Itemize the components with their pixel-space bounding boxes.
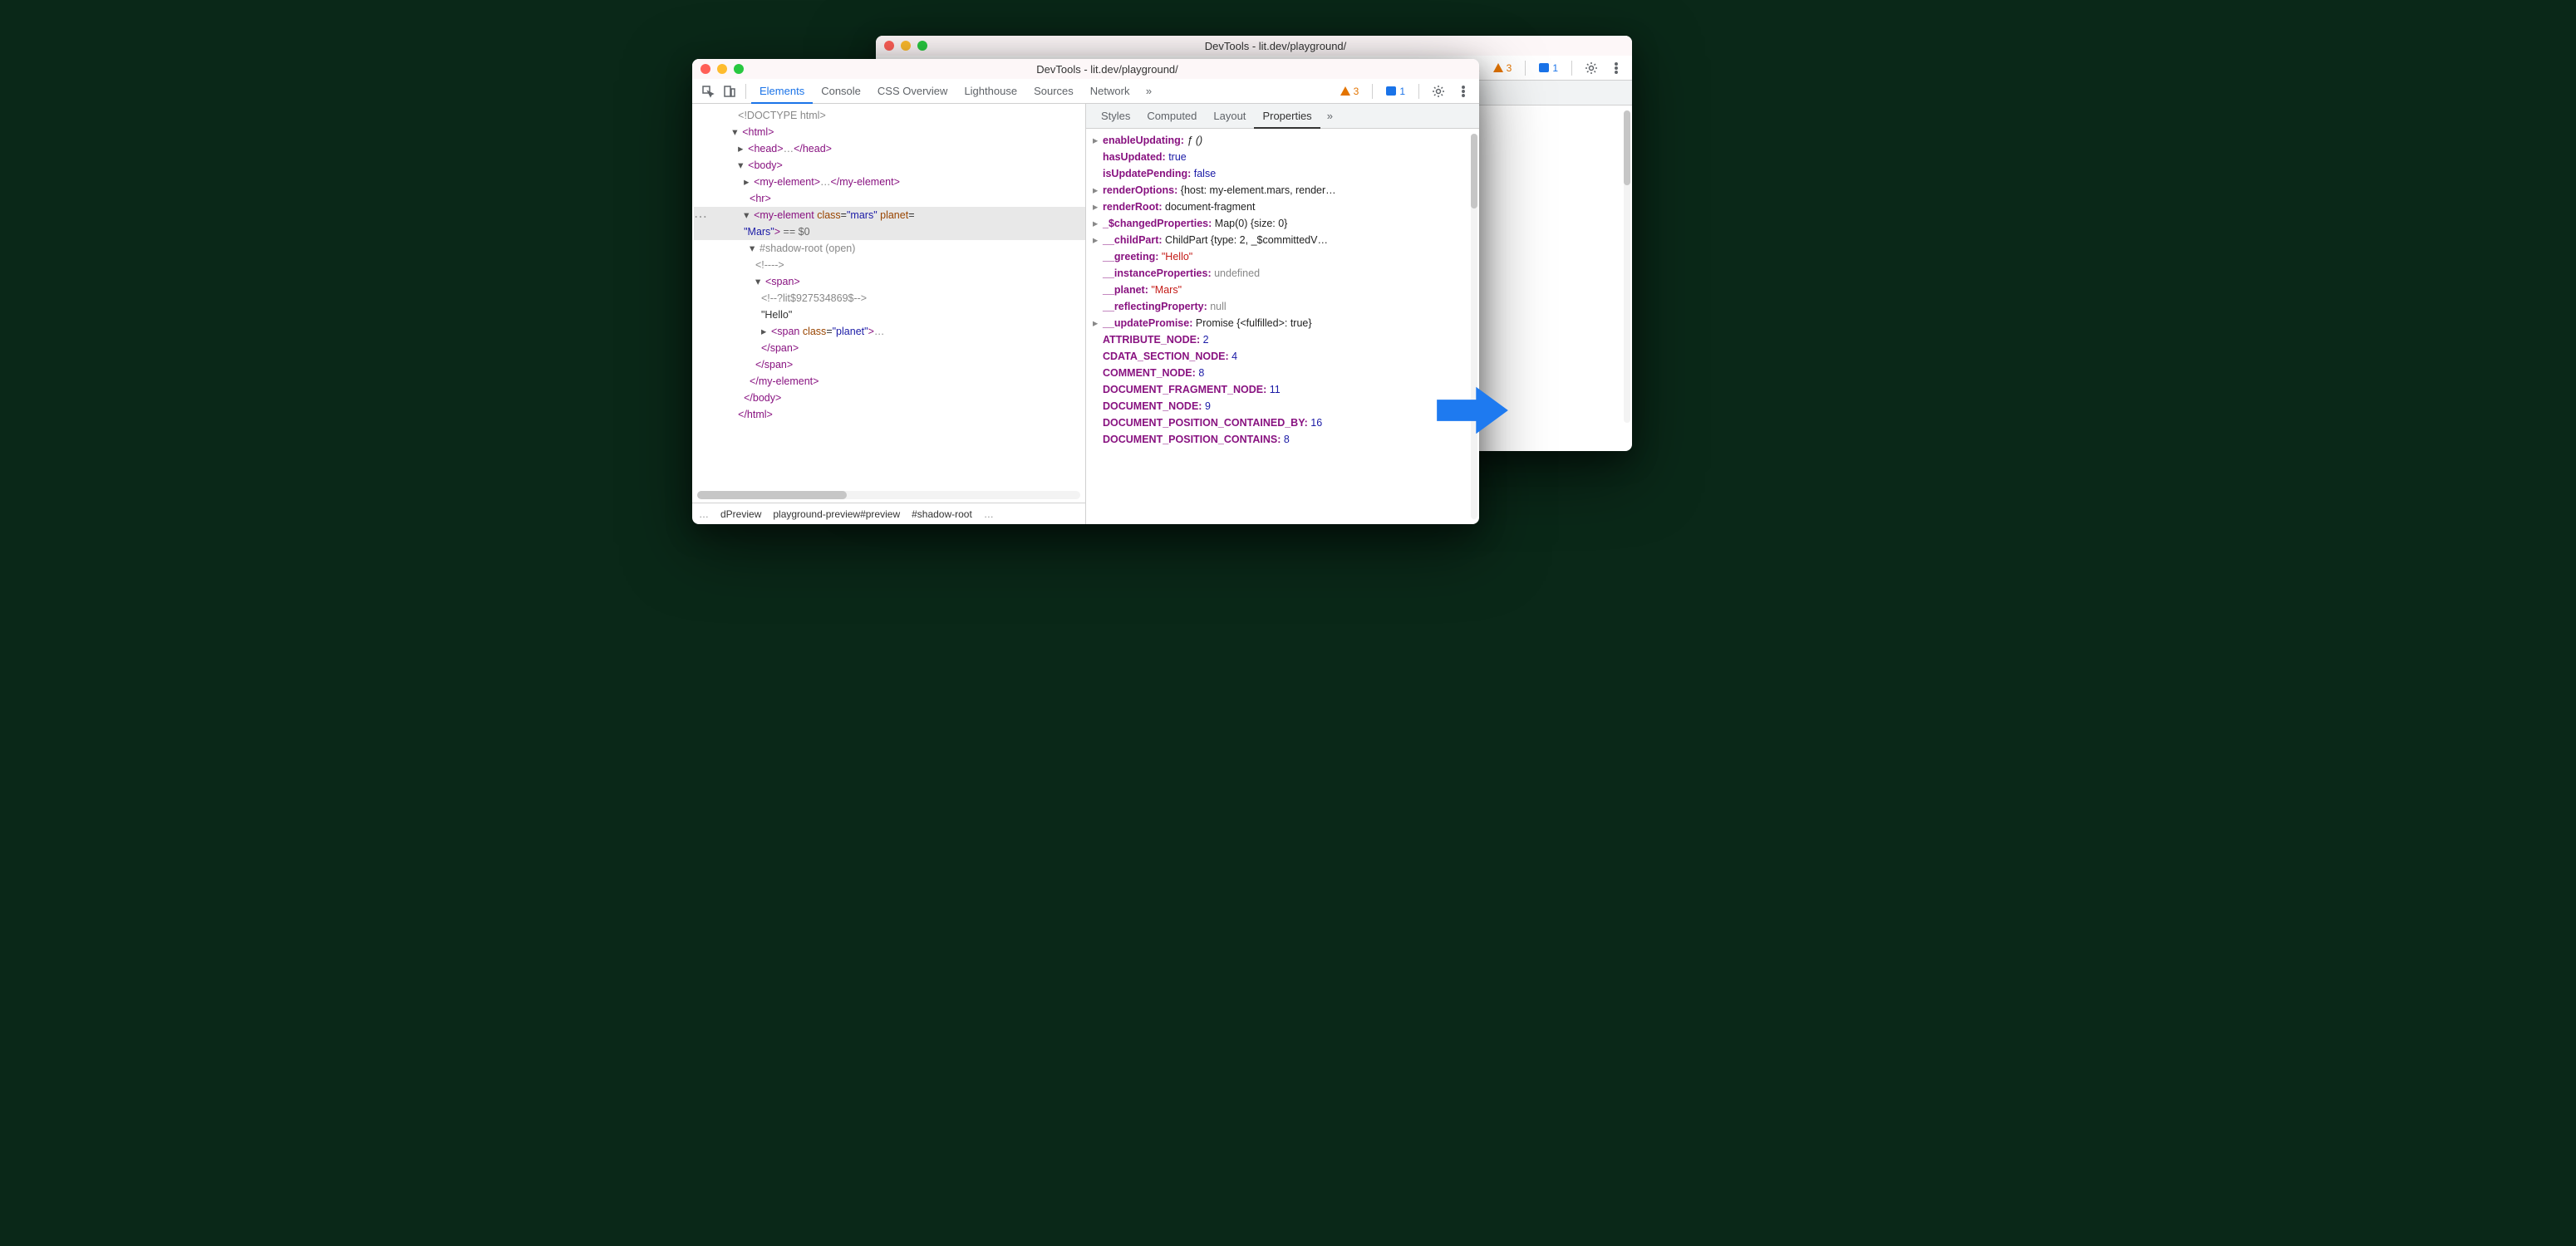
property-row[interactable]: __updatePromise: Promise {<fulfilled>: t… [1093, 315, 1472, 331]
tree-row[interactable]: </span> [694, 356, 1085, 373]
tree-row[interactable]: <hr> [694, 190, 1085, 207]
tree-row[interactable]: <html> [694, 124, 1085, 140]
breadcrumb[interactable]: … dPreview playground-preview#preview #s… [692, 503, 1085, 524]
issues-count[interactable]: 1 [1381, 85, 1410, 98]
tree-row[interactable]: <span class="planet">… [694, 323, 1085, 340]
property-row[interactable]: DOCUMENT_FRAGMENT_NODE: 11 [1093, 381, 1472, 398]
subtab-styles[interactable]: Styles [1093, 104, 1138, 129]
tree-row[interactable]: <body> [694, 157, 1085, 174]
property-row[interactable]: __reflectingProperty: null [1093, 298, 1472, 315]
scroll-thumb[interactable] [1471, 134, 1477, 208]
scrollbar[interactable] [1624, 110, 1630, 423]
property-row[interactable]: _$changedProperties: Map(0) {size: 0} [1093, 215, 1472, 232]
more-icon[interactable] [1453, 81, 1474, 102]
tree-row[interactable]: <!DOCTYPE html> [694, 107, 1085, 124]
tree-row[interactable]: <head>…</head> [694, 140, 1085, 157]
property-row[interactable]: renderRoot: document-fragment [1093, 199, 1472, 215]
tree-row[interactable]: </my-element> [694, 373, 1085, 390]
tree-row[interactable]: <my-element>…</my-element> [694, 174, 1085, 190]
property-row[interactable]: CDATA_SECTION_NODE: 4 [1093, 348, 1472, 365]
property-row[interactable]: __greeting: "Hello" [1093, 248, 1472, 265]
properties-pane: Styles Computed Layout Properties » enab… [1086, 104, 1479, 524]
elements-panel[interactable]: ⋯ <!DOCTYPE html> <html> <head>…</head> … [692, 104, 1086, 524]
window-controls [884, 41, 927, 51]
minimize-icon[interactable] [901, 41, 911, 51]
zoom-icon[interactable] [734, 64, 744, 74]
gutter-overflow-icon[interactable]: ⋯ [692, 208, 705, 225]
main-toolbar: Elements Console CSS Overview Lighthouse… [692, 79, 1479, 104]
crumb-overflow[interactable]: … [984, 508, 994, 520]
scroll-thumb[interactable] [697, 491, 847, 499]
close-icon[interactable] [701, 64, 710, 74]
tab-lighthouse[interactable]: Lighthouse [956, 79, 1025, 104]
device-icon[interactable] [719, 81, 740, 102]
property-row[interactable]: hasUpdated: true [1093, 149, 1472, 165]
subtabs: Styles Computed Layout Properties » [1086, 104, 1479, 129]
panel-tabs: Elements Console CSS Overview Lighthouse… [751, 79, 1335, 104]
property-row[interactable]: enableUpdating: ƒ () [1093, 132, 1472, 149]
titlebar[interactable]: DevTools - lit.dev/playground/ [692, 59, 1479, 79]
crumb-item[interactable]: dPreview [720, 508, 761, 520]
settings-icon[interactable] [1428, 81, 1449, 102]
tree-row[interactable]: </body> [694, 390, 1085, 406]
tree-row[interactable]: <!--?lit$927534869$--> [694, 290, 1085, 307]
property-row[interactable]: COMMENT_NODE: 8 [1093, 365, 1472, 381]
warning-count[interactable]: 3 [1335, 85, 1364, 98]
scrollbar-horizontal[interactable] [697, 491, 1080, 499]
titlebar[interactable]: DevTools - lit.dev/playground/ [876, 36, 1632, 56]
property-row[interactable]: __planet: "Mars" [1093, 282, 1472, 298]
tree-row[interactable]: <!----> [694, 257, 1085, 273]
subtab-layout[interactable]: Layout [1205, 104, 1254, 129]
property-row[interactable]: isUpdatePending: false [1093, 165, 1472, 182]
tab-console[interactable]: Console [813, 79, 869, 104]
window-title: DevTools - lit.dev/playground/ [744, 63, 1471, 76]
tree-row[interactable]: </span> [694, 340, 1085, 356]
devtools-window-front: DevTools - lit.dev/playground/ Elements … [692, 59, 1479, 524]
scrollbar[interactable] [1471, 134, 1477, 519]
tree-row-selected[interactable]: <my-element class="mars" planet= [694, 207, 1085, 223]
tree-row[interactable]: "Hello" [694, 307, 1085, 323]
close-icon[interactable] [884, 41, 894, 51]
settings-icon[interactable] [1581, 57, 1602, 79]
window-title: DevTools - lit.dev/playground/ [927, 40, 1624, 52]
tree-row-selected[interactable]: "Mars"> == $0 [694, 223, 1085, 240]
property-row[interactable]: renderOptions: {host: my-element.mars, r… [1093, 182, 1472, 199]
property-row[interactable]: DOCUMENT_POSITION_CONTAINS: 8 [1093, 431, 1472, 448]
scroll-thumb[interactable] [1624, 110, 1630, 185]
subtab-computed[interactable]: Computed [1138, 104, 1205, 129]
subtabs-overflow-icon[interactable]: » [1327, 110, 1333, 122]
property-row[interactable]: __childPart: ChildPart {type: 2, _$commi… [1093, 232, 1472, 248]
tab-sources[interactable]: Sources [1025, 79, 1082, 104]
inspect-icon[interactable] [697, 81, 719, 102]
minimize-icon[interactable] [717, 64, 727, 74]
property-row[interactable]: ATTRIBUTE_NODE: 2 [1093, 331, 1472, 348]
tab-elements[interactable]: Elements [751, 79, 813, 104]
warning-count[interactable]: 3 [1488, 61, 1517, 75]
property-row[interactable]: DOCUMENT_POSITION_CONTAINED_BY: 16 [1093, 415, 1472, 431]
property-row[interactable]: DOCUMENT_NODE: 9 [1093, 398, 1472, 415]
window-controls [701, 64, 744, 74]
tree-row[interactable]: </html> [694, 406, 1085, 423]
crumb-item[interactable]: #shadow-root [912, 508, 972, 520]
issues-count[interactable]: 1 [1534, 61, 1563, 75]
tab-network[interactable]: Network [1082, 79, 1138, 104]
crumb-item[interactable]: playground-preview#preview [773, 508, 900, 520]
more-icon[interactable] [1605, 57, 1627, 79]
zoom-icon[interactable] [917, 41, 927, 51]
crumb-overflow[interactable]: … [699, 508, 709, 520]
properties-list[interactable]: enableUpdating: ƒ ()hasUpdated: trueisUp… [1086, 129, 1479, 524]
tab-css-overview[interactable]: CSS Overview [869, 79, 956, 104]
tree-row[interactable]: #shadow-root (open) [694, 240, 1085, 257]
property-row[interactable]: __instanceProperties: undefined [1093, 265, 1472, 282]
arrow-icon [1437, 385, 1508, 435]
subtab-properties[interactable]: Properties [1254, 104, 1320, 129]
dom-tree[interactable]: <!DOCTYPE html> <html> <head>…</head> <b… [692, 104, 1085, 501]
tree-row[interactable]: <span> [694, 273, 1085, 290]
tabs-overflow-icon[interactable]: » [1138, 81, 1159, 102]
